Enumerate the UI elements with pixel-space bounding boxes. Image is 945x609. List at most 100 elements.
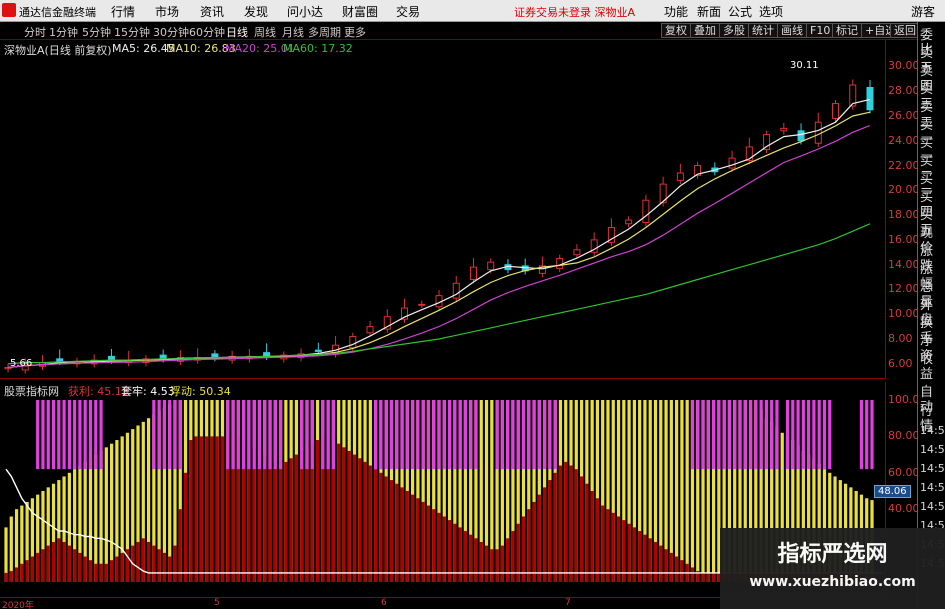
signal-bar [278, 400, 283, 470]
signal-bar [775, 400, 779, 470]
trapped-bar [611, 512, 615, 582]
draw-line-button[interactable]: 画线 [777, 23, 807, 38]
period-more[interactable]: 更多 [344, 24, 366, 40]
candle-up [469, 266, 477, 281]
trapped-bar [210, 436, 214, 582]
menu-bar: 通达信金融终端 行情 市场 资讯 发现 问小达 财富圈 交易 证券交易未登录 深… [0, 0, 945, 22]
price-chart[interactable]: 深物业A(日线 前复权) MA5: 26.45 MA10: 26.83 MA20… [0, 40, 885, 379]
trapped-bar [616, 516, 621, 582]
signal-bar [252, 400, 256, 470]
profit-bar [94, 454, 98, 582]
signal-bar [410, 400, 415, 470]
period-daily[interactable]: 日线 [226, 24, 248, 40]
trapped-bar [46, 545, 50, 582]
guest-label[interactable]: 游客 [911, 3, 935, 20]
period-intraday[interactable]: 分时 [24, 24, 46, 40]
trapped-bar [352, 454, 357, 582]
candle-down [797, 130, 805, 142]
menu-item-market[interactable]: 市场 [155, 3, 179, 20]
signal-bar [453, 400, 457, 470]
menu-item-quotes[interactable]: 行情 [111, 3, 135, 20]
menu-item-options[interactable]: 选项 [759, 3, 783, 20]
multi-stock-button[interactable]: 多股 [719, 23, 749, 38]
candle-up [366, 326, 374, 334]
menu-item-trade[interactable]: 交易 [396, 3, 420, 20]
trapped-bar [83, 556, 87, 582]
trapped-bar [220, 436, 225, 582]
signal-bar [791, 400, 795, 470]
menu-item-newpage[interactable]: 新面 [697, 3, 721, 20]
candle-down [314, 349, 322, 352]
overlay-button[interactable]: 叠加 [690, 23, 720, 38]
signal-bar [801, 400, 805, 470]
menu-item-ask[interactable]: 问小达 [287, 3, 323, 20]
indicator-name: 股票指标网 [4, 385, 59, 398]
tick-time-label: 14:50 [920, 443, 945, 456]
tick-time-label: 14:50 [920, 424, 945, 437]
trapped-bar [110, 560, 114, 582]
signal-bar [474, 400, 478, 470]
menu-item-discover[interactable]: 发现 [244, 3, 268, 20]
mark-button[interactable]: 标记 [832, 23, 862, 38]
signal-bar [99, 400, 103, 470]
signal-bar [51, 400, 56, 470]
trapped-bar [358, 458, 362, 582]
signal-bar [73, 400, 77, 470]
signal-bar [553, 400, 557, 470]
signal-bar [690, 400, 695, 470]
candle-up [556, 257, 564, 269]
trapped-bar [189, 440, 193, 582]
trapped-bar [41, 549, 45, 582]
trapped-bar [141, 538, 145, 582]
period-1min[interactable]: 1分钟 [49, 24, 78, 40]
price-tick-label: 24.00 [888, 133, 920, 147]
menu-item-function[interactable]: 功能 [664, 3, 688, 20]
signal-bar [226, 400, 230, 470]
menu-item-formula[interactable]: 公式 [728, 3, 752, 20]
period-15min[interactable]: 15分钟 [114, 24, 150, 40]
trapped-bar [606, 509, 610, 582]
trapped-bar [342, 447, 346, 582]
price-tick-label: 30.00 [888, 59, 920, 73]
date-label-may: 5 [214, 598, 220, 608]
trapped-bar [136, 541, 140, 582]
trapped-bar [183, 472, 188, 582]
signal-bar [379, 400, 383, 470]
menu-item-news[interactable]: 资讯 [200, 3, 224, 20]
period-30min[interactable]: 30分钟 [153, 24, 189, 40]
signal-bar [437, 400, 441, 470]
trapped-bar [558, 465, 563, 582]
trapped-bar [99, 563, 103, 582]
back-button[interactable]: 返回 [890, 23, 920, 38]
period-monthly[interactable]: 月线 [282, 24, 304, 40]
trapped-bar [278, 465, 283, 582]
restore-rights-button[interactable]: 复权 [661, 23, 691, 38]
watermark-title: 指标严选网 [777, 542, 888, 567]
signal-bar [384, 400, 388, 470]
candle-up [780, 127, 788, 132]
period-multi[interactable]: 多周期 [308, 24, 341, 40]
period-5min[interactable]: 5分钟 [82, 24, 111, 40]
trapped-bar [490, 549, 494, 582]
trapped-bar [315, 440, 320, 582]
price-tick-label: 14.00 [888, 257, 920, 271]
signal-bar [532, 400, 536, 470]
candle-up [487, 261, 495, 271]
f10-button[interactable]: F10 [806, 23, 835, 38]
trapped-bar [416, 498, 420, 582]
signal-bar [722, 400, 726, 470]
signal-bar [426, 400, 431, 470]
signal-bar [263, 400, 267, 470]
period-60min[interactable]: 60分钟 [189, 24, 225, 40]
trapped-bar [521, 516, 526, 582]
period-weekly[interactable]: 周线 [254, 24, 276, 40]
statistics-button[interactable]: 统计 [748, 23, 778, 38]
signal-bar [83, 400, 87, 470]
signal-bar [305, 400, 309, 470]
trapped-bar [532, 501, 536, 582]
menu-item-wealth[interactable]: 财富圈 [342, 3, 378, 20]
indicator-tick-label: 80.00 [888, 429, 920, 443]
trapped-bar [579, 476, 584, 582]
signal-bar [447, 400, 452, 470]
signal-bar [432, 400, 436, 470]
